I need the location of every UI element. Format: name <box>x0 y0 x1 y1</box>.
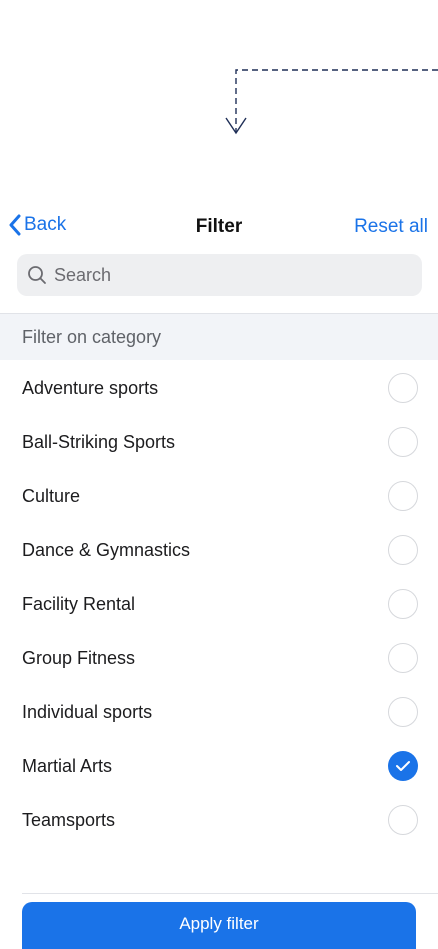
category-label: Group Fitness <box>22 647 136 668</box>
navigation-bar: Back Filter Reset all <box>0 208 438 248</box>
category-item-adventure-sports[interactable]: Adventure sports <box>0 361 438 415</box>
category-label: Adventure sports <box>22 377 159 398</box>
radio-button[interactable] <box>388 805 418 835</box>
checkmark-icon <box>396 761 410 771</box>
search-bar[interactable] <box>17 254 422 296</box>
radio-button[interactable] <box>388 697 418 727</box>
category-item-ball-striking-sports[interactable]: Ball-Striking Sports <box>0 415 438 469</box>
category-item-individual-sports[interactable]: Individual sports <box>0 685 438 739</box>
category-item-facility-rental[interactable]: Facility Rental <box>0 577 438 631</box>
radio-button[interactable] <box>388 427 418 457</box>
back-label: Back <box>24 214 67 235</box>
category-label: Culture <box>22 485 81 506</box>
category-label: Facility Rental <box>22 593 136 614</box>
category-label: Ball-Striking Sports <box>22 431 176 452</box>
category-item-teamsports[interactable]: Teamsports <box>0 793 438 847</box>
dashed-arrow-down-icon <box>225 69 438 135</box>
radio-button[interactable] <box>388 481 418 511</box>
category-item-group-fitness[interactable]: Group Fitness <box>0 631 438 685</box>
category-label: Dance & Gymnastics <box>22 539 191 560</box>
section-title: Filter on category <box>22 326 162 347</box>
category-label: Teamsports <box>22 809 116 830</box>
category-label: Martial Arts <box>22 755 113 776</box>
apply-filter-button[interactable]: Apply filter <box>22 902 416 949</box>
chevron-left-icon <box>9 214 21 236</box>
filter-screen: Back Filter Reset all Filter on category… <box>0 0 438 949</box>
category-list: Adventure sports Ball-Striking Sports Cu… <box>0 361 438 847</box>
reset-all-button[interactable]: Reset all <box>354 216 428 238</box>
back-button[interactable]: Back <box>8 214 66 236</box>
category-item-martial-arts[interactable]: Martial Arts <box>0 739 438 793</box>
category-label: Individual sports <box>22 701 153 722</box>
radio-button[interactable] <box>388 373 418 403</box>
search-icon <box>28 266 46 284</box>
category-item-dance-gymnastics[interactable]: Dance & Gymnastics <box>0 523 438 577</box>
section-header: Filter on category <box>0 314 438 360</box>
footer-divider <box>22 893 438 894</box>
category-item-culture[interactable]: Culture <box>0 469 438 523</box>
radio-button[interactable] <box>388 589 418 619</box>
search-input[interactable] <box>52 263 406 287</box>
radio-button[interactable] <box>388 535 418 565</box>
radio-button[interactable] <box>388 643 418 673</box>
radio-button[interactable] <box>388 751 418 781</box>
